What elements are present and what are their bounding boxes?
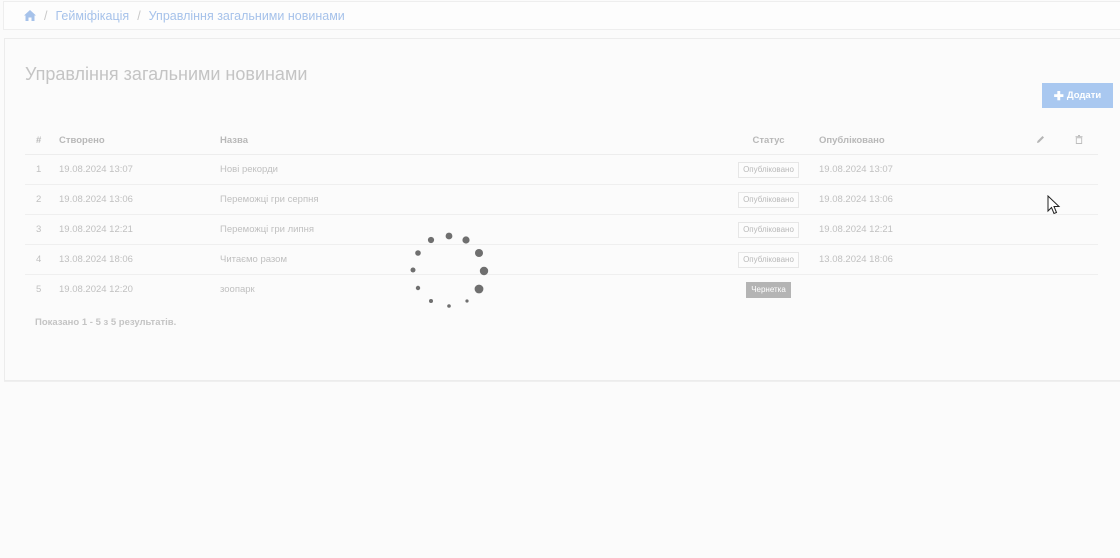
row-created: 19.08.2024 12:21 (59, 214, 220, 245)
column-header-created[interactable]: Створено (59, 127, 220, 155)
news-panel: Управління загальними новинами ✚ Додати … (4, 38, 1120, 381)
add-button-label: Додати (1066, 90, 1102, 101)
row-edit-cell (1020, 244, 1060, 275)
column-header-delete (1060, 127, 1098, 155)
row-created: 19.08.2024 13:07 (59, 154, 220, 185)
table-row[interactable]: 4 13.08.2024 18:06 Читаємо разом Опублік… (25, 244, 1098, 275)
trash-icon (1075, 134, 1083, 144)
row-status: Чернетка (725, 275, 812, 305)
row-published: 13.08.2024 18:06 (812, 244, 1020, 275)
home-icon[interactable] (24, 10, 36, 21)
row-num: 2 (25, 184, 59, 215)
column-header-title[interactable]: Назва (220, 127, 725, 155)
table-row[interactable]: 1 19.08.2024 13:07 Нові рекорди Опубліко… (25, 154, 1098, 185)
status-badge: Опубліковано (738, 251, 799, 268)
breadcrumb-separator: / (44, 8, 48, 23)
column-header-published[interactable]: Опубліковано (812, 127, 1020, 155)
row-created: 19.08.2024 13:06 (59, 184, 220, 215)
breadcrumb-separator: / (137, 8, 141, 23)
column-header-status[interactable]: Статус (725, 127, 812, 155)
row-title[interactable]: Читаємо разом (220, 244, 725, 275)
row-created: 19.08.2024 12:20 (59, 284, 133, 295)
row-delete-cell (1060, 244, 1098, 275)
table-header-row: # Створено Назва Статус Опубліковано (25, 127, 1098, 155)
row-title[interactable]: зоопарк (220, 275, 725, 305)
row-status: Опубліковано (725, 244, 812, 275)
table-row[interactable]: 2 19.08.2024 13:06 Переможці гри серпня … (25, 184, 1098, 215)
row-status: Опубліковано (725, 184, 812, 215)
breadcrumb-gamification-link[interactable]: Гейміфікація (55, 9, 129, 23)
add-news-button[interactable]: ✚ Додати (1042, 83, 1113, 108)
status-badge-draft: Чернетка (746, 281, 791, 298)
row-published: 19.08.2024 13:07 (812, 154, 1020, 185)
pencil-icon (1036, 135, 1044, 143)
status-badge: Опубліковано (738, 221, 799, 238)
row-delete-cell (1060, 154, 1098, 185)
row-delete-cell (1060, 275, 1098, 305)
status-badge: Опубліковано (738, 191, 799, 208)
row-title[interactable]: Нові рекорди (220, 154, 725, 185)
status-badge: Опубліковано (738, 161, 799, 178)
row-status: Опубліковано (725, 154, 812, 185)
plus-icon: ✚ (1053, 88, 1064, 103)
column-header-edit (1020, 127, 1060, 155)
row-num: 5 (36, 284, 42, 295)
row-num: 3 (25, 214, 59, 245)
row-published: 19.08.2024 13:06 (812, 184, 1020, 215)
table-row[interactable]: 5 19.08.2024 12:20 зоопарк Чернетка (25, 275, 1098, 305)
row-edit-cell (1020, 184, 1060, 215)
row-status: Опубліковано (725, 214, 812, 245)
row-edit-cell (1020, 275, 1060, 305)
row-num: 1 (25, 154, 59, 185)
row-created: 13.08.2024 18:06 (59, 244, 220, 275)
row-title[interactable]: Переможці гри серпня (220, 184, 725, 215)
page-title: Управління загальними новинами (25, 64, 308, 84)
breadcrumb-current-page[interactable]: Управління загальними новинами (149, 9, 345, 23)
row-num: 4 (25, 244, 59, 275)
breadcrumb: / Гейміфікація / Управління загальними н… (3, 1, 1120, 30)
row-edit-cell (1020, 214, 1060, 245)
row-published: 19.08.2024 12:21 (812, 214, 1020, 245)
row-delete-cell (1060, 184, 1098, 215)
table-row[interactable]: 3 19.08.2024 12:21 Переможці гри липня О… (25, 214, 1098, 245)
row-edit-cell (1020, 154, 1060, 185)
news-table: # Створено Назва Статус Опубліковано 1 1… (25, 127, 1098, 304)
row-title[interactable]: Переможці гри липня (220, 214, 725, 245)
row-published (812, 275, 1020, 305)
row-delete-cell (1060, 214, 1098, 245)
column-header-num[interactable]: # (25, 127, 59, 155)
results-summary: Показано 1 - 5 з 5 результатів. (35, 317, 177, 328)
